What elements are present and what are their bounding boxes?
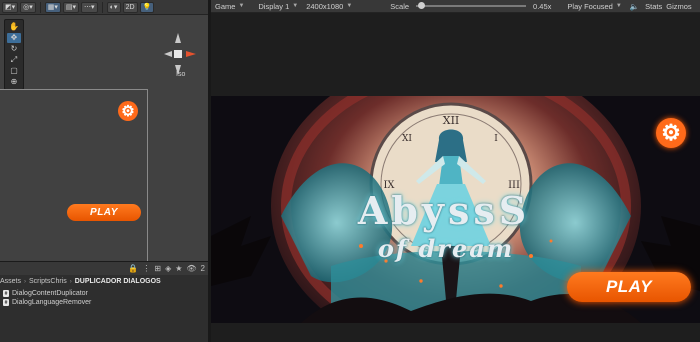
view-label: Game xyxy=(215,1,236,11)
scale-value: 0.45x xyxy=(533,1,552,11)
scale-slider-handle[interactable] xyxy=(418,2,426,9)
unity-editor: ◩▾ ◎▾ ▦▾ ▤▾ ⋯▾ ◐▾ 2D 💡 ✋ ✥ ↻ ⤢ ▢ ⊕ Iso ⚙… xyxy=(0,0,700,342)
draw-mode-button[interactable]: ◎▾ xyxy=(20,1,36,13)
file-name: DialogContentDuplicator xyxy=(12,290,88,297)
visibility-icon[interactable]: 👁 xyxy=(186,264,196,273)
grid-snap-button[interactable]: ▦▾ xyxy=(44,1,61,13)
resolution-dropdown[interactable]: 2400x1080 ▼ xyxy=(302,0,356,13)
increment-snap-button[interactable]: ▤▾ xyxy=(62,1,80,13)
toolbar-separator xyxy=(101,1,103,13)
rect-tool-icon[interactable]: ▢ xyxy=(7,66,21,76)
rotate-tool-icon[interactable]: ↻ xyxy=(7,44,21,54)
shading-mode-button[interactable]: ◩▾ xyxy=(2,1,19,13)
file-list: # DialogContentDuplicator # DialogLangua… xyxy=(3,289,91,307)
script-file-icon: # xyxy=(3,290,9,297)
play-mode-dropdown[interactable]: Play Focused ▼ xyxy=(563,0,625,13)
filter-icon[interactable]: ⊞ xyxy=(154,264,161,273)
tools-palette: ✋ ✥ ↻ ⤢ ▢ ⊕ xyxy=(4,19,24,90)
lock-icon[interactable]: 🔒 xyxy=(128,264,138,273)
chevron-down-icon: ▼ xyxy=(238,3,245,9)
breadcrumb-current[interactable]: DUPLICADOR DIALOGOS xyxy=(75,278,161,285)
game-logo-title: AbyssS xyxy=(357,188,531,233)
breadcrumb-separator-icon: › xyxy=(24,278,27,285)
settings-gear-icon[interactable]: ⚙ xyxy=(656,118,686,148)
list-item[interactable]: # DialogContentDuplicator xyxy=(3,289,91,298)
svg-text:I: I xyxy=(494,134,498,144)
scene-panel: ◩▾ ◎▾ ▦▾ ▤▾ ⋯▾ ◐▾ 2D 💡 ✋ ✥ ↻ ⤢ ▢ ⊕ Iso ⚙… xyxy=(0,0,208,342)
scale-label: Scale xyxy=(390,1,410,11)
game-panel: Game ▼ Display 1 ▼ 2400x1080 ▼ Scale 0.4… xyxy=(211,0,700,342)
scene-view[interactable]: ✋ ✥ ↻ ⤢ ▢ ⊕ Iso ⚙ PLAY xyxy=(0,15,208,261)
breadcrumb-item[interactable]: Assets xyxy=(0,278,21,285)
menu-icon[interactable]: ⋮ xyxy=(142,264,150,273)
chevron-down-icon: ▼ xyxy=(292,3,299,9)
project-toolbar: 🔒 ⋮ ⊞ ◈ ★ 👁 2 xyxy=(0,262,208,275)
play-mode-label: Play Focused xyxy=(567,1,613,11)
scene-play-button[interactable]: PLAY xyxy=(67,204,141,221)
audio-mute-toggle[interactable]: 🔈 xyxy=(626,0,643,13)
chevron-down-icon: ▼ xyxy=(615,3,622,9)
render-mode-button[interactable]: ◐▾ xyxy=(106,1,121,13)
settings-gear-icon[interactable]: ⚙ xyxy=(118,101,138,121)
gizmos-toggle[interactable]: Gizmos xyxy=(664,0,693,13)
resolution-label: 2400x1080 xyxy=(306,1,344,11)
scale-slider[interactable] xyxy=(416,2,527,9)
transform-tool-icon[interactable]: ⊕ xyxy=(7,77,21,87)
game-toolbar: Game ▼ Display 1 ▼ 2400x1080 ▼ Scale 0.4… xyxy=(211,0,700,13)
game-viewport[interactable]: XII III IX I XI AbyssS of dream ⚙ PLAY xyxy=(211,96,700,323)
display-dropdown[interactable]: Display 1 ▼ xyxy=(254,0,302,13)
hand-tool-icon[interactable]: ✋ xyxy=(7,22,21,32)
list-item[interactable]: # DialogLanguageRemover xyxy=(3,298,91,307)
breadcrumb-item[interactable]: ScriptsChris xyxy=(29,278,67,285)
move-tool-icon[interactable]: ✥ xyxy=(7,33,21,43)
project-panel: 🔒 ⋮ ⊞ ◈ ★ 👁 2 Assets › ScriptsChris › DU… xyxy=(0,261,208,342)
script-file-icon: # xyxy=(3,299,9,306)
file-name: DialogLanguageRemover xyxy=(12,299,92,306)
game-logo-subtitle: of dream xyxy=(377,234,515,263)
label-icon[interactable]: ◈ xyxy=(165,264,171,273)
view-dropdown[interactable]: Game ▼ xyxy=(211,0,248,13)
scale-tool-icon[interactable]: ⤢ xyxy=(7,55,21,65)
stats-label: Stats xyxy=(645,1,663,11)
star-icon[interactable]: ★ xyxy=(175,264,182,273)
hidden-count-badge: 2 xyxy=(200,264,205,273)
toggle-2d-button[interactable]: 2D xyxy=(122,1,138,13)
grid-visibility-button[interactable]: ⋯▾ xyxy=(81,1,98,13)
speaker-icon: 🔈 xyxy=(629,1,640,11)
gizmos-label: Gizmos xyxy=(666,1,692,11)
scene-toolbar: ◩▾ ◎▾ ▦▾ ▤▾ ⋯▾ ◐▾ 2D 💡 xyxy=(0,0,208,15)
svg-text:XI: XI xyxy=(402,134,412,144)
breadcrumb: Assets › ScriptsChris › DUPLICADOR DIALO… xyxy=(0,276,208,287)
toolbar-separator xyxy=(39,1,41,13)
breadcrumb-separator-icon: › xyxy=(69,278,72,285)
projection-label[interactable]: Iso xyxy=(176,71,185,78)
game-play-button[interactable]: PLAY xyxy=(567,272,691,302)
chevron-down-icon: ▼ xyxy=(346,3,353,9)
lighting-toggle-button[interactable]: 💡 xyxy=(139,1,155,13)
scale-control: Scale 0.45x xyxy=(386,0,555,13)
display-label: Display 1 xyxy=(258,1,290,11)
svg-text:XII: XII xyxy=(443,114,460,127)
stats-toggle[interactable]: Stats xyxy=(643,0,664,13)
